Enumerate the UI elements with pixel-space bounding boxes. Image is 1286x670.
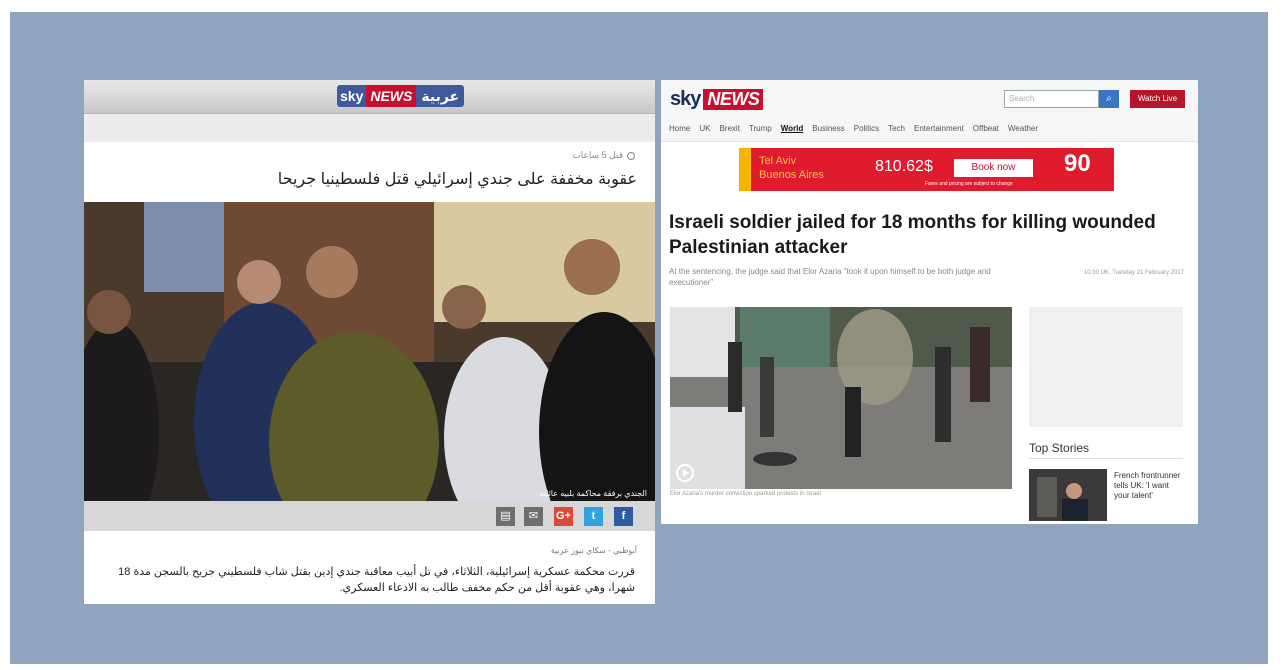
print-icon[interactable]: ▤ <box>496 507 515 526</box>
top-stories-heading: Top Stories <box>1029 441 1090 455</box>
nav-brexit[interactable]: Brexit <box>719 124 739 133</box>
twitter-icon[interactable]: t <box>584 507 603 526</box>
main-nav: Home UK Brexit Trump World Business Poli… <box>669 124 1038 133</box>
top-story-link[interactable]: French frontrunner tells UK: 'I want you… <box>1114 471 1184 501</box>
watch-live-button[interactable]: Watch Live <box>1130 90 1185 108</box>
article-time: قبل 5 ساعات <box>572 150 623 160</box>
nav-world[interactable]: World <box>781 124 804 133</box>
nav-weather[interactable]: Weather <box>1008 124 1038 133</box>
search-icon[interactable]: ⌕ <box>1099 90 1119 108</box>
article-title-arabic[interactable]: عقوبة مخففة على جندي إسرائيلي قتل فلسطين… <box>107 169 637 189</box>
advert-cities: Tel Aviv Buenos Aires <box>759 154 824 182</box>
arabia-subheader <box>84 114 655 142</box>
email-icon[interactable]: ✉ <box>524 507 543 526</box>
sky-news-logo[interactable]: sky NEWS <box>670 88 764 111</box>
article-date: 10:30 UK, Tuesday 21 February 2017 <box>1083 270 1184 276</box>
advert-price: 810.62$ <box>875 158 933 175</box>
top-story-thumbnail[interactable] <box>1029 469 1107 521</box>
clock-icon <box>627 151 635 160</box>
share-bar: ▤ ✉ G+ t f <box>84 501 655 531</box>
nav-entertainment[interactable]: Entertainment <box>914 124 964 133</box>
sky-news-arabia-page: sky NEWS عربية قبل 5 ساعات عقوبة مخففة ع… <box>84 80 655 604</box>
photo-people <box>84 202 655 501</box>
nav-politics[interactable]: Politics <box>854 124 879 133</box>
advert-city-1: Tel Aviv <box>759 155 797 167</box>
google-plus-icon[interactable]: G+ <box>554 507 573 526</box>
article-photo-arabic: الجندي برفقة محاكمة بلبيه عائلته <box>84 202 655 501</box>
advert-fineprint: Fares and pricing are subject to change <box>925 181 1013 187</box>
sky-news-page: sky NEWS Search ⌕ Watch Live Home UK Bre… <box>661 80 1198 524</box>
nav-business[interactable]: Business <box>812 124 844 133</box>
photo-caption-arabic: الجندي برفقة محاكمة بلبيه عائلته <box>539 489 647 498</box>
sky-news-header: sky NEWS Search ⌕ Watch Live Home UK Bre… <box>661 80 1198 142</box>
play-icon[interactable] <box>676 464 694 482</box>
article-body-arabic: قررت محكمة عسكرية إسرائيلية، الثلاثاء، ف… <box>118 566 635 594</box>
advert-banner[interactable]: Tel Aviv Buenos Aires 810.62$ Book now 9… <box>739 148 1114 191</box>
logo-news: NEWS <box>366 85 417 107</box>
nav-uk[interactable]: UK <box>699 124 710 133</box>
article-headline[interactable]: Israeli soldier jailed for 18 months for… <box>669 210 1189 260</box>
video-scene <box>670 307 1012 489</box>
facebook-icon[interactable]: f <box>614 507 633 526</box>
article-standfirst: At the sentencing, the judge said that E… <box>669 267 991 287</box>
nav-trump[interactable]: Trump <box>749 124 772 133</box>
search-input[interactable]: Search <box>1004 90 1099 108</box>
nav-offbeat[interactable]: Offbeat <box>973 124 999 133</box>
advert-logo: 90 <box>1064 150 1091 177</box>
logo-sky: sky <box>337 85 367 107</box>
advert-stripe <box>739 148 751 191</box>
divider <box>1029 458 1183 459</box>
sidebar-advert <box>1029 307 1183 427</box>
logo-sky: sky <box>670 88 701 110</box>
top-story-image <box>1029 469 1107 521</box>
logo-arabia: عربية <box>416 85 465 107</box>
arabia-header: sky NEWS عربية <box>84 80 655 114</box>
article-video-thumbnail[interactable] <box>670 307 1012 489</box>
nav-tech[interactable]: Tech <box>888 124 905 133</box>
article-meta: قبل 5 ساعات <box>572 150 635 161</box>
sky-news-arabia-logo[interactable]: sky NEWS عربية <box>337 85 465 107</box>
nav-home[interactable]: Home <box>669 124 690 133</box>
video-caption: Elor Azaria's murder conviction sparked … <box>670 491 821 497</box>
article-source: أبوظبي - سكاي نيوز عربية <box>550 546 637 555</box>
advert-city-2: Buenos Aires <box>759 169 824 181</box>
logo-news: NEWS <box>703 89 764 110</box>
book-now-button[interactable]: Book now <box>954 159 1033 177</box>
